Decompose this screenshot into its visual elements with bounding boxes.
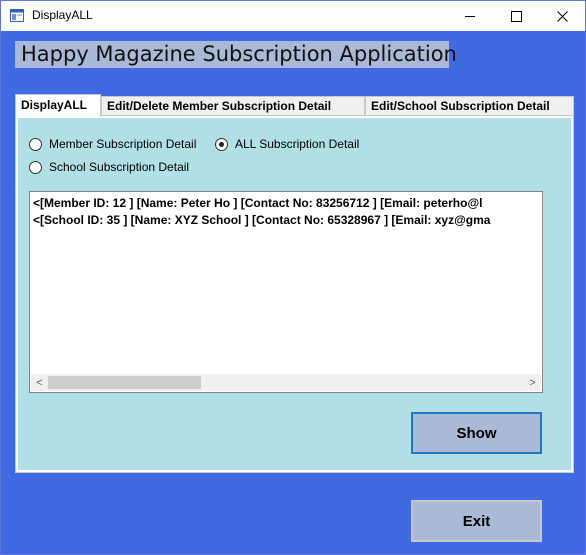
radio-member-label: Member Subscription Detail xyxy=(49,137,197,151)
show-button[interactable]: Show xyxy=(411,412,542,454)
tab-strip: DisplayALL Edit/Delete Member Subscripti… xyxy=(15,94,575,117)
horizontal-scrollbar[interactable]: < > xyxy=(31,374,541,391)
tab-edit-delete-member[interactable]: Edit/Delete Member Subscription Detail xyxy=(101,96,365,116)
list-item[interactable]: <[Member ID: 12 ] [Name: Peter Ho ] [Con… xyxy=(33,196,482,210)
radio-all-subscription[interactable]: ALL Subscription Detail xyxy=(215,137,359,151)
radio-school-label: School Subscription Detail xyxy=(49,160,190,174)
exit-button[interactable]: Exit xyxy=(411,500,542,542)
scroll-left-icon[interactable]: < xyxy=(31,374,48,391)
app-icon xyxy=(10,9,24,22)
app-header-title: Happy Magazine Subscription Application xyxy=(15,41,457,68)
close-icon xyxy=(556,10,568,22)
window-title: DisplayALL xyxy=(32,8,93,22)
display-all-window: DisplayALL Happy Magazine Subscription A… xyxy=(0,0,586,555)
minimize-button[interactable] xyxy=(447,1,493,31)
maximize-button[interactable] xyxy=(493,1,539,31)
list-item[interactable]: <[School ID: 35 ] [Name: XYZ School ] [C… xyxy=(33,213,490,227)
radio-member-circle[interactable] xyxy=(29,137,42,151)
close-button[interactable] xyxy=(539,1,585,31)
minimize-icon xyxy=(464,15,475,17)
radio-member-subscription[interactable]: Member Subscription Detail xyxy=(29,137,196,151)
radio-school-subscription[interactable]: School Subscription Detail xyxy=(29,160,189,174)
radio-all-circle[interactable] xyxy=(215,137,228,151)
tab-edit-school[interactable]: Edit/School Subscription Detail xyxy=(365,96,574,116)
scroll-thumb[interactable] xyxy=(48,376,201,389)
tab-displayall[interactable]: DisplayALL xyxy=(15,94,101,117)
maximize-icon xyxy=(510,10,522,22)
radio-school-circle[interactable] xyxy=(29,160,42,174)
subscription-listbox[interactable]: <[Member ID: 12 ] [Name: Peter Ho ] [Con… xyxy=(29,191,543,393)
scroll-right-icon[interactable]: > xyxy=(524,374,541,391)
radio-all-label: ALL Subscription Detail xyxy=(235,137,360,151)
title-bar[interactable]: DisplayALL xyxy=(1,1,585,31)
